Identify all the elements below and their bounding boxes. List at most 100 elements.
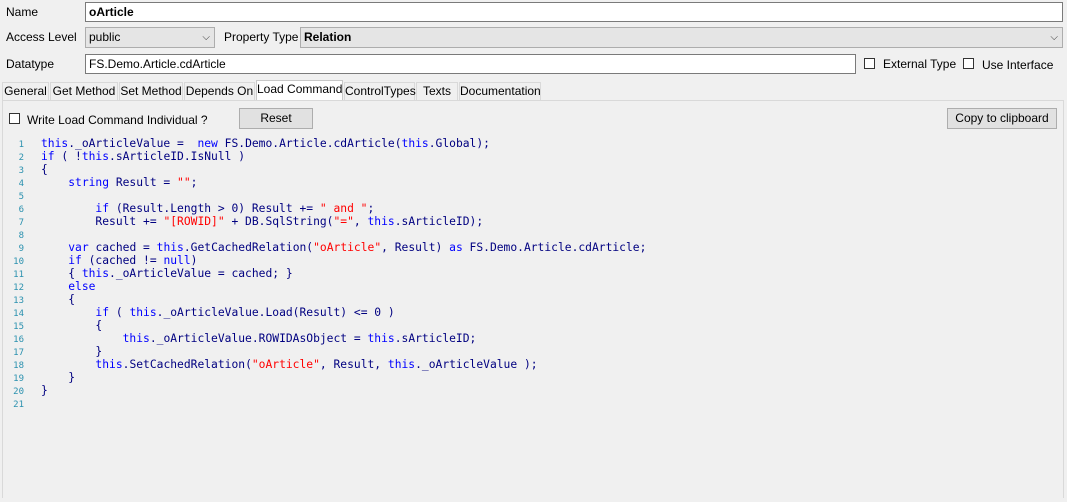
code-token: ;	[190, 176, 198, 189]
code-token: + DB.SqlString(	[224, 215, 334, 228]
code-token: if	[95, 202, 116, 215]
code-token: ;	[367, 202, 375, 215]
code-token: }	[41, 384, 48, 397]
code-token: ._oArticleValue );	[415, 358, 538, 371]
code-token: this	[81, 150, 110, 163]
code-line: 16 this._oArticleValue.ROWIDAsObject = t…	[4, 332, 476, 345]
copy-to-clipboard-button[interactable]: Copy to clipboard	[947, 108, 1057, 129]
write-individual-checkbox[interactable]	[9, 113, 20, 124]
code-line: 5	[4, 189, 41, 202]
code-line: 19 }	[4, 371, 75, 384]
code-token: (Result.Length > 0) Result +=	[115, 202, 320, 215]
code-token: cached =	[95, 241, 157, 254]
tab-texts[interactable]: Texts	[416, 82, 458, 100]
code-token: ._oArticleValue.ROWIDAsObject =	[149, 332, 368, 345]
code-line: 18 this.SetCachedRelation("oArticle", Re…	[4, 358, 538, 371]
code-line: 13 {	[4, 293, 75, 306]
reset-button[interactable]: Reset	[239, 108, 313, 129]
code-token: this	[367, 215, 395, 228]
access-level-value: public	[89, 30, 121, 44]
code-line: 10 if (cached != null)	[4, 254, 197, 267]
code-token: {	[41, 293, 76, 306]
code-token: ._oArticleValue.Load(Result) <= 0 )	[156, 306, 395, 319]
code-line: 17 }	[4, 345, 102, 358]
code-token: this	[156, 241, 184, 254]
code-editor[interactable]: 1 this._oArticleValue = new FS.Demo.Artic…	[4, 134, 1064, 496]
code-token: else	[68, 280, 96, 293]
code-token: this	[387, 358, 416, 371]
property-type-select[interactable]: Relation ⌵	[300, 27, 1063, 48]
code-token: " and "	[319, 202, 368, 215]
tab-set-method[interactable]: Set Method	[119, 82, 183, 100]
code-token: FS.Demo.Article.cdArticle(	[224, 137, 402, 150]
code-token: var	[68, 241, 96, 254]
line-number: 21	[13, 400, 24, 410]
code-token: {	[41, 267, 82, 280]
external-type-checkbox[interactable]	[864, 58, 875, 69]
code-line: 2 if ( !this.sArticleID.IsNull )	[4, 150, 245, 163]
code-token: as	[449, 241, 470, 254]
code-token: .Global);	[428, 137, 490, 150]
code-token: if	[41, 150, 62, 163]
use-interface-checkbox[interactable]	[963, 58, 974, 69]
tab-get-method[interactable]: Get Method	[50, 82, 118, 100]
code-token: this	[401, 137, 429, 150]
code-token: {	[41, 319, 103, 332]
code-token: this	[81, 267, 110, 280]
code-line: 20}	[4, 384, 48, 397]
code-token: (cached !=	[88, 254, 164, 267]
property-type-label: Property Type	[224, 30, 299, 44]
code-token: this	[367, 332, 395, 345]
code-line: 8	[4, 228, 41, 241]
chevron-down-icon: ⌵	[1050, 32, 1058, 43]
name-input[interactable]: oArticle	[85, 2, 1063, 22]
external-type-label: External Type	[883, 57, 957, 71]
code-line: 14 if ( this._oArticleValue.Load(Result)…	[4, 306, 395, 319]
code-token: "oArticle"	[313, 241, 382, 254]
code-token: FS.Demo.Article.cdArticle;	[469, 241, 647, 254]
code-token: ( !	[61, 150, 82, 163]
property-type-value: Relation	[304, 30, 352, 44]
code-token: ._oArticleValue = cached; }	[109, 267, 293, 280]
code-token: if	[68, 254, 89, 267]
code-token: "="	[333, 215, 354, 228]
code-token: new	[197, 137, 225, 150]
code-token: this	[95, 358, 123, 371]
code-token: this	[122, 332, 150, 345]
code-token: , Result,	[319, 358, 388, 371]
access-level-select[interactable]: public ⌵	[85, 27, 215, 48]
datatype-label: Datatype	[6, 57, 55, 71]
code-token: if	[95, 306, 116, 319]
tab-load-command[interactable]: Load Command	[256, 80, 343, 101]
access-level-label: Access Level	[6, 30, 77, 44]
code-token: this	[129, 306, 157, 319]
code-token: ._oArticleValue =	[68, 137, 198, 150]
datatype-input[interactable]: FS.Demo.Article.cdArticle	[85, 54, 856, 74]
code-token: {	[41, 163, 48, 176]
code-line: 1 this._oArticleValue = new FS.Demo.Artic…	[4, 137, 490, 150]
code-line: 7 Result += "[ROWID]" + DB.SqlString("="…	[4, 215, 484, 228]
code-line: 9 var cached = this.GetCachedRelation("o…	[4, 241, 647, 254]
code-line: 3{	[4, 163, 48, 176]
code-token: ,	[353, 215, 368, 228]
code-token: , Result)	[381, 241, 450, 254]
code-token: )	[190, 254, 198, 267]
tab-control-types[interactable]: ControlTypes	[344, 82, 416, 100]
tab-documentation[interactable]: Documentation	[459, 82, 541, 100]
code-token: ""	[177, 176, 191, 189]
tab-general[interactable]: General	[2, 82, 49, 100]
tab-depends-on[interactable]: Depends On	[184, 82, 255, 100]
code-token: null	[163, 254, 191, 267]
code-token: .sArticleID.IsNull )	[109, 150, 246, 163]
code-token: this	[41, 137, 69, 150]
code-token: .sArticleID;	[394, 332, 477, 345]
write-individual-label: Write Load Command Individual ?	[27, 113, 208, 127]
